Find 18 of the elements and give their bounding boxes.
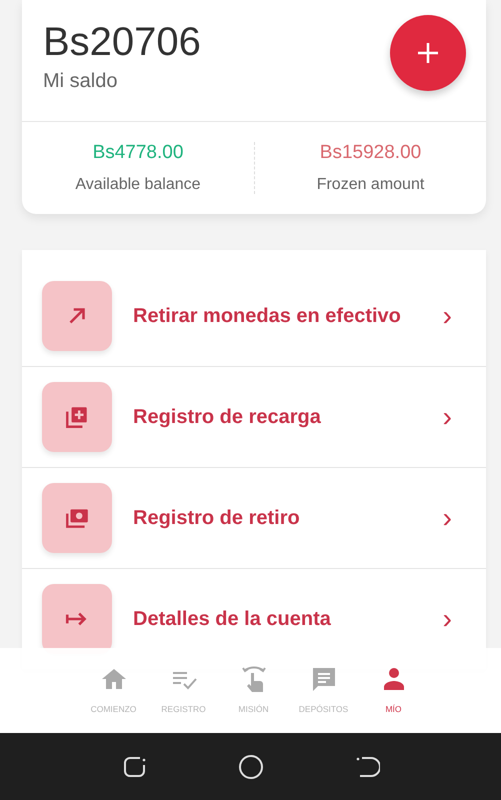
stat-value: Bs15928.00: [320, 142, 422, 164]
chevron-button[interactable]: ›: [442, 506, 452, 530]
stat-label: Frozen amount: [316, 176, 424, 194]
menu-item[interactable]: Registro de recarga: [133, 405, 443, 429]
balance-amount: Bs20706: [43, 19, 201, 66]
plus-icon: [416, 41, 440, 65]
stat-value: Bs4778.00: [92, 142, 184, 164]
menu-item[interactable]: Detalles de la cuenta: [133, 607, 443, 631]
menu-item[interactable]: Retirar monedas en efectivo: [133, 304, 443, 328]
nav-tab[interactable]: MÍO: [358, 648, 428, 733]
home-icon[interactable]: [238, 754, 264, 780]
chevron-button[interactable]: ›: [442, 607, 452, 631]
balance-label: Mi saldo: [43, 70, 118, 93]
chevron-button[interactable]: ›: [442, 405, 452, 429]
stat-label: Available balance: [75, 176, 201, 194]
add-button[interactable]: [390, 15, 466, 91]
menu-item[interactable]: Registro de retiro: [133, 506, 443, 530]
chevron-button[interactable]: ›: [442, 304, 452, 328]
